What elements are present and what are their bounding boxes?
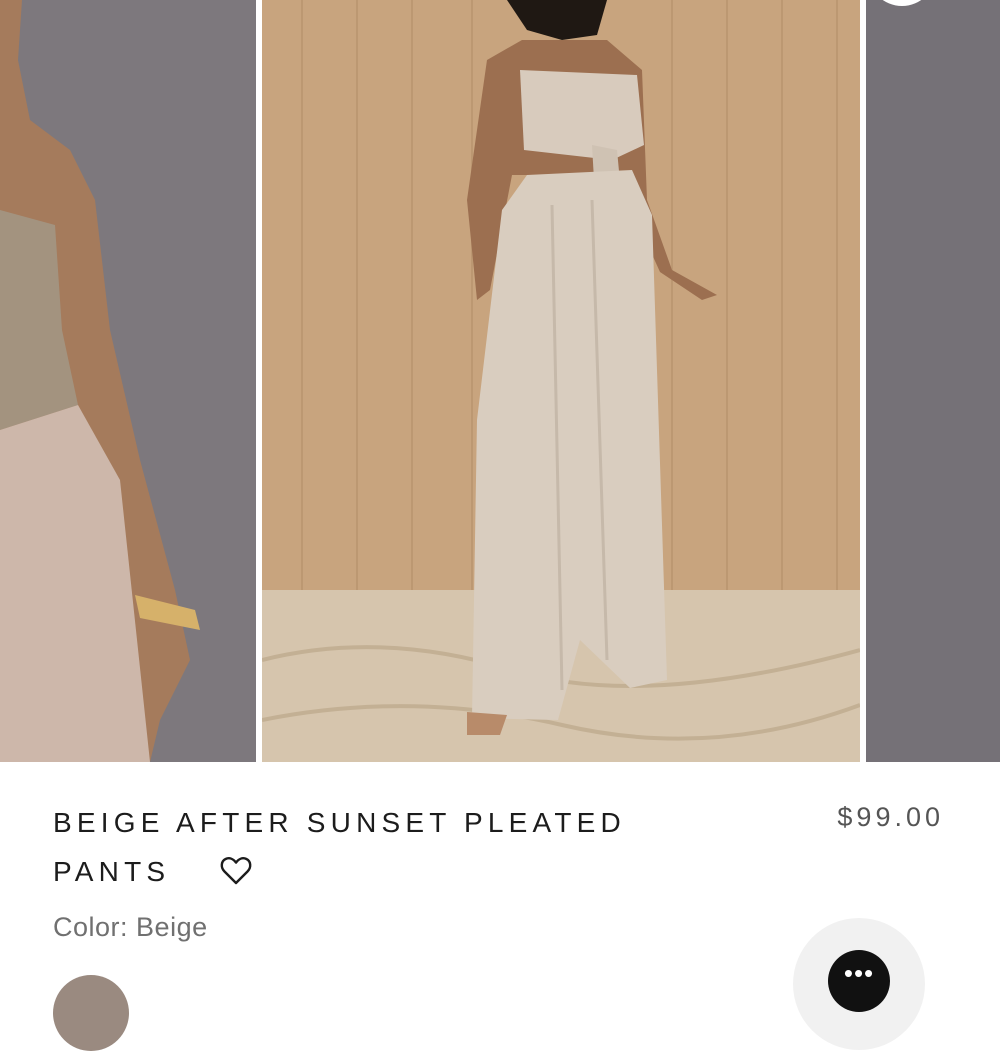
product-image-main[interactable]: [262, 0, 860, 762]
product-photo-next: [866, 0, 1000, 762]
product-image-next[interactable]: [866, 0, 1000, 762]
chat-button[interactable]: •••: [828, 950, 890, 1012]
product-photo-previous: [0, 0, 256, 762]
product-title: BEIGE AFTER SUNSET PLEATED PANTS: [53, 798, 753, 896]
heart-icon: [220, 856, 252, 884]
color-swatch-beige[interactable]: [53, 975, 129, 1051]
color-value: Beige: [136, 912, 208, 942]
product-image-previous[interactable]: [0, 0, 256, 762]
product-price: $99.00: [837, 802, 944, 832]
product-title-line-2: PANTS: [53, 856, 171, 887]
color-label: Color:: [53, 912, 129, 942]
more-dots-icon: •••: [843, 958, 875, 988]
color-selection-label: Color: Beige: [53, 912, 208, 943]
wishlist-button[interactable]: [218, 853, 254, 887]
product-photo-main: [262, 0, 860, 762]
product-image-carousel[interactable]: [0, 0, 1000, 762]
product-title-line-1: BEIGE AFTER SUNSET PLEATED: [53, 807, 626, 838]
